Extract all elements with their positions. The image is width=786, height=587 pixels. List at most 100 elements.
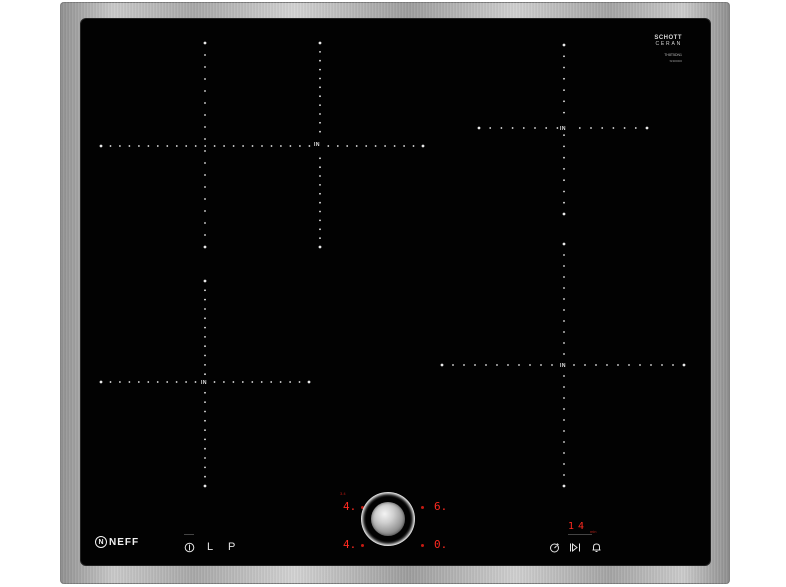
zone-mark-br-vertical: [563, 298, 565, 300]
zone-mark-tl-vertical: [204, 210, 206, 212]
zone-mark-tr-horizontal: [634, 127, 637, 129]
zone-mark-bl-vertical: [204, 364, 206, 366]
zone-mark-tr-horizontal: [489, 127, 492, 129]
zone-mark-tl-vertical: [204, 198, 206, 200]
zone-mark-br-horizontal: [474, 364, 476, 366]
zone-mark-top-horizontal: [299, 145, 301, 147]
zone-mark-bl-vertical: [204, 457, 206, 459]
zone-mark-bl-horizontal: [99, 380, 103, 384]
zone-mark-br-vertical: [563, 430, 565, 432]
zone-mark-bl-vertical: [204, 326, 206, 329]
zone-mark-top-horizontal: [270, 145, 273, 147]
zone-mark-br-vertical: [563, 287, 565, 289]
play-pause-icon[interactable]: [569, 542, 582, 556]
zone-mark-tr-horizontal: [645, 126, 649, 130]
zone-mark-bl-horizontal: [109, 381, 112, 383]
zone-mark-top-horizontal: [336, 145, 339, 147]
zone-mark-tr-vertical: [563, 77, 565, 80]
zone-mark-bl-vertical: [204, 336, 206, 338]
zone-mark-tr-vertical: [563, 100, 565, 103]
zone-mark-bl-vertical: [204, 429, 206, 431]
zone-mark-bl-horizontal: [194, 381, 197, 383]
zone-mark-bl-vertical: [204, 354, 206, 357]
zone-mark-tl-vertical: [204, 222, 206, 224]
zone-mark-bl-horizontal: [185, 381, 187, 383]
zone-mark-tr-horizontal: [522, 127, 525, 129]
zone-mark-tm-vertical: [319, 95, 321, 98]
zone-mark-tm-vertical: [319, 175, 321, 177]
zone-mark-bl-vertical: [204, 466, 206, 469]
zone-mark-tm-vertical: [319, 201, 321, 204]
zone-mark-bl-horizontal: [289, 381, 291, 383]
zone-mark-bl-horizontal: [119, 381, 121, 383]
zone-mark-br-vertical: [563, 463, 565, 465]
zone-mark-bl-vertical: [204, 373, 206, 376]
zone-mark-br-vertical: [563, 441, 565, 443]
zone-mark-br-horizontal: [518, 364, 520, 366]
zone-mark-br-horizontal: [606, 364, 608, 366]
logo-product: CERAN: [655, 41, 682, 47]
zone-mark-tm-vertical: [319, 184, 321, 186]
power-icon[interactable]: [184, 542, 195, 556]
zone-mark-br-vertical: [563, 320, 565, 322]
zone-mark-br-horizontal: [540, 364, 542, 366]
zone-label-bottom-right: IN: [560, 363, 566, 369]
neff-brand-logo: N NEFF: [95, 536, 139, 548]
zone-mark-br-vertical: [563, 386, 565, 388]
ceramic-glass-panel: IN IN IN IN SCHOTT CERAN TH8T5DN1 SN0000…: [81, 19, 710, 565]
zone-mark-bl-vertical: [204, 438, 206, 441]
logo-code-2: SN00000: [669, 59, 682, 63]
zone-mark-tm-vertical: [319, 68, 321, 71]
zone-mark-tr-horizontal: [601, 127, 604, 129]
bell-icon[interactable]: [591, 542, 602, 556]
zone-mark-top-horizontal: [232, 145, 235, 147]
zone-mark-bl-vertical: [204, 401, 206, 403]
zone-label-bottom-left: IN: [201, 380, 207, 386]
neff-mark-icon: N: [95, 536, 107, 548]
zone-mark-top-horizontal: [204, 145, 207, 147]
zone-mark-top-horizontal: [261, 145, 263, 147]
zone-mark-br-vertical: [563, 265, 565, 267]
zone-dot-bottom-left: [361, 544, 364, 547]
zone-mark-top-horizontal: [242, 145, 245, 147]
twistpad-knob[interactable]: [371, 502, 405, 536]
powerboost-button[interactable]: P: [228, 542, 235, 553]
zone-mark-br-horizontal: [595, 364, 597, 366]
zone-mark-br-vertical: [563, 342, 565, 344]
zone-mark-br-horizontal: [672, 364, 674, 366]
zone-mark-tm-vertical: [319, 157, 321, 160]
zone-mark-top-horizontal: [119, 145, 121, 147]
zone-mark-tl-vertical: [204, 234, 206, 236]
lock-button[interactable]: L: [207, 542, 213, 553]
zone-mark-top-horizontal: [138, 145, 140, 147]
zone-mark-tl-vertical: [203, 41, 207, 45]
zone-mark-tl-vertical: [204, 174, 206, 176]
zone-level-top-right: 6.: [434, 500, 448, 513]
zone-mark-bl-vertical: [204, 317, 206, 320]
zone-mark-top-horizontal: [289, 145, 292, 147]
zone-mark-br-vertical: [563, 474, 565, 476]
zone-mark-br-horizontal: [628, 364, 630, 366]
zone-mark-tr-vertical: [563, 55, 565, 58]
zone-mark-tr-vertical: [563, 201, 565, 204]
zone-mark-top-horizontal: [384, 145, 386, 147]
zone-mark-br-horizontal: [584, 364, 586, 366]
zone-mark-br-vertical: [563, 309, 565, 311]
zone-mark-tm-vertical: [319, 86, 321, 89]
zone-mark-tr-vertical: [563, 168, 565, 170]
zone-mark-br-horizontal: [485, 364, 487, 366]
zone-mark-top-horizontal: [185, 145, 188, 147]
zone-mark-br-vertical: [563, 375, 565, 377]
zone-mark-top-horizontal: [393, 145, 396, 147]
stopwatch-icon[interactable]: [549, 542, 560, 556]
zone-mark-bl-vertical: [203, 279, 207, 283]
zone-mark-bl-horizontal: [223, 381, 225, 383]
zone-mark-br-vertical: [563, 408, 565, 410]
zone-mark-top-horizontal: [147, 145, 150, 147]
zone-mark-tl-vertical: [204, 114, 206, 116]
zone-mark-tl-vertical: [204, 66, 206, 68]
zone-mark-bl-vertical: [204, 298, 206, 301]
zone-mark-tr-vertical: [563, 89, 565, 91]
zone-mark-br-horizontal: [682, 363, 686, 367]
zone-dot-top-right: [421, 506, 424, 509]
